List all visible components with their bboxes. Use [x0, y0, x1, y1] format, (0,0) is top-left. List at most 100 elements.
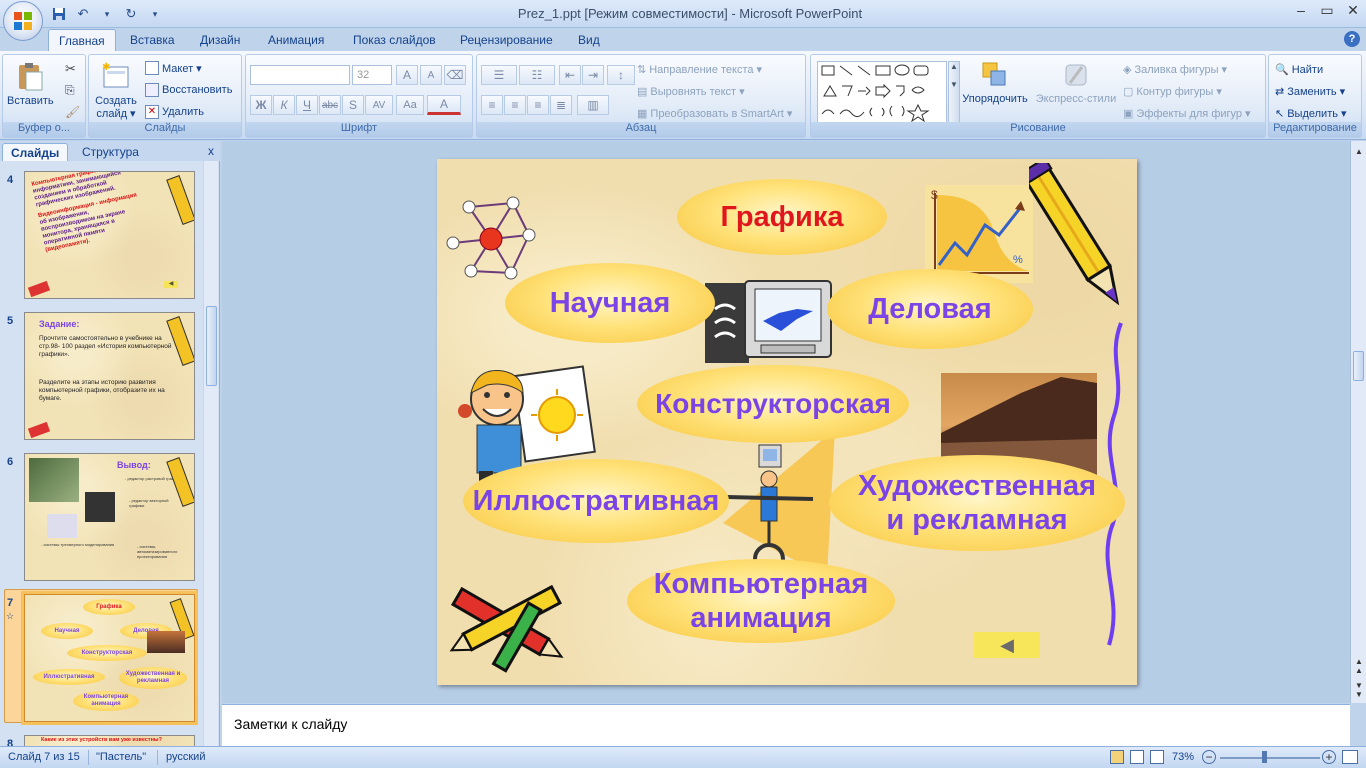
bold-button[interactable]: Ж — [250, 95, 272, 115]
notes-placeholder[interactable]: Заметки к слайду — [234, 716, 347, 732]
line-spacing-button[interactable]: ↕ — [607, 65, 635, 85]
oval-nauchnaya[interactable]: Научная — [505, 263, 715, 343]
align-right-button[interactable]: ≡ — [527, 95, 549, 115]
oval-animaciya[interactable]: Компьютерная анимация — [627, 559, 895, 643]
tab-view[interactable]: Вид — [568, 29, 610, 52]
quick-styles-button[interactable]: Экспресс-стили — [1033, 59, 1119, 106]
save-icon[interactable] — [50, 5, 68, 23]
align-center-button[interactable]: ≡ — [504, 95, 526, 115]
grow-font-button[interactable]: A — [396, 65, 418, 85]
underline-button[interactable]: Ч — [296, 95, 318, 115]
align-left-button[interactable]: ≡ — [481, 95, 503, 115]
oval-delovaya[interactable]: Деловая — [827, 269, 1033, 349]
align-text-button[interactable]: ▤ Выровнять текст ▾ — [637, 85, 745, 99]
shadow-button[interactable]: S — [342, 95, 364, 115]
increase-indent-button[interactable]: ⇥ — [582, 65, 604, 85]
slide-thumb-4[interactable]: Компьютерная графика - раздел информатик… — [24, 171, 195, 299]
tab-slideshow[interactable]: Показ слайдов — [343, 29, 446, 52]
font-size-field[interactable]: 32 — [352, 65, 392, 85]
scrollbar-thumb[interactable] — [1353, 351, 1364, 381]
close-panel-icon[interactable]: x — [208, 144, 214, 158]
spacing-label: AV — [372, 99, 386, 111]
prev-slide-icon[interactable]: ▲ ▲ — [1353, 657, 1365, 675]
normal-view-icon[interactable] — [1110, 750, 1124, 764]
change-case-button[interactable]: Aa — [396, 95, 424, 115]
minimize-button[interactable]: – — [1288, 0, 1314, 20]
next-slide-icon[interactable]: ▼ ▼ — [1353, 681, 1365, 699]
maximize-button[interactable]: ▭ — [1314, 0, 1340, 20]
reset-button[interactable]: Восстановить — [145, 83, 232, 97]
tab-slides[interactable]: Слайды — [2, 143, 69, 161]
select-button[interactable]: ↖ Выделить ▾ — [1275, 107, 1347, 121]
slide-thumb-5[interactable]: Задание: Прочтите самостоятельно в учебн… — [24, 312, 195, 440]
oval-hudozhestvennaya[interactable]: Художественная и рекламная — [829, 455, 1125, 551]
dropdown-icon[interactable]: ▾ — [98, 5, 116, 23]
clear-format-button[interactable]: ⌫ — [444, 65, 466, 85]
scrollbar-thumb[interactable] — [206, 306, 217, 386]
tab-home[interactable]: Главная — [48, 29, 116, 52]
oval-illyustrativnaya[interactable]: Иллюстративная — [463, 459, 729, 543]
fit-to-window-icon[interactable] — [1342, 750, 1358, 764]
format-painter-icon[interactable]: 🖌 — [65, 105, 80, 119]
panel-scrollbar[interactable] — [203, 161, 218, 747]
slide-sorter-icon[interactable] — [1130, 750, 1144, 764]
copy-icon[interactable]: ⎘ — [65, 83, 75, 98]
help-icon[interactable]: ? — [1344, 31, 1360, 47]
layout-button[interactable]: Макет ▾ — [145, 61, 202, 75]
italic-button[interactable]: К — [273, 95, 295, 115]
find-button[interactable]: 🔍 Найти — [1275, 63, 1323, 77]
oval-grafika[interactable]: Графика — [677, 179, 887, 255]
office-button[interactable] — [3, 1, 43, 41]
zoom-in-icon[interactable]: + — [1322, 750, 1336, 764]
slide-thumb-6[interactable]: Вывод: - редактор растровой графики - ре… — [24, 453, 195, 581]
slide-thumb-7[interactable]: Графика Научная Деловая Конструкторская … — [21, 591, 198, 725]
notes-pane[interactable]: Заметки к слайду — [222, 704, 1350, 746]
decrease-indent-button[interactable]: ⇤ — [559, 65, 581, 85]
spacing-button[interactable]: AV — [365, 95, 393, 115]
slideshow-icon[interactable] — [1150, 750, 1164, 764]
zoom-out-icon[interactable]: − — [1202, 750, 1216, 764]
bullets-button[interactable]: ☰ — [481, 65, 517, 85]
justify-button[interactable]: ≣ — [550, 95, 572, 115]
replace-button[interactable]: ⇄ Заменить ▾ — [1275, 85, 1345, 99]
close-button[interactable]: ✕ — [1340, 0, 1366, 20]
redo-icon[interactable]: ↻ — [122, 5, 140, 23]
font-color-button[interactable]: A — [427, 95, 461, 115]
shape-outline-button[interactable]: ▢ Контур фигуры ▾ — [1123, 85, 1222, 99]
shape-effects-button[interactable]: ▣ Эффекты для фигур ▾ — [1123, 107, 1251, 121]
cut-icon[interactable]: ✂ — [65, 61, 76, 77]
tab-design[interactable]: Дизайн — [190, 29, 250, 52]
columns-button[interactable]: ▥ — [577, 95, 609, 115]
shapes-gallery[interactable] — [817, 61, 947, 123]
undo-icon[interactable]: ↶ — [74, 5, 92, 23]
separator — [88, 750, 89, 765]
arrange-button[interactable]: Упорядочить — [957, 59, 1033, 106]
thumb-oval: Графика — [83, 599, 135, 615]
scroll-up-icon[interactable]: ▲ — [1353, 147, 1365, 159]
customize-qat-icon[interactable]: ▾ — [146, 5, 164, 23]
oval-konstruktorskaya[interactable]: Конструкторская — [637, 365, 909, 443]
language[interactable]: русский — [166, 751, 205, 763]
shape-fill-button[interactable]: ◈ Заливка фигуры ▾ — [1123, 63, 1227, 77]
back-button[interactable]: ◀ — [974, 632, 1040, 658]
tab-insert[interactable]: Вставка — [120, 29, 185, 52]
shrink-font-button[interactable]: A — [420, 65, 442, 85]
tab-review[interactable]: Рецензирование — [450, 29, 563, 52]
paste-button[interactable]: Вставить — [7, 61, 54, 108]
editor-scrollbar[interactable]: ▲ ▲ ▲ ▼ ▼ — [1350, 141, 1366, 703]
slide-canvas[interactable]: $ % Графика Научная Деловая Конструкторс… — [437, 159, 1137, 685]
font-name-field[interactable] — [250, 65, 350, 85]
tab-animation[interactable]: Анимация — [258, 29, 334, 52]
zoom-slider[interactable] — [1220, 757, 1320, 759]
delete-slide-button[interactable]: ✕ Удалить — [145, 105, 204, 119]
numbering-button[interactable]: ☷ — [519, 65, 555, 85]
justify-icon: ≣ — [555, 98, 567, 112]
strikethrough-button[interactable]: abc — [319, 95, 341, 115]
tab-outline[interactable]: Структура — [74, 143, 147, 161]
delete-label: Удалить — [162, 106, 204, 118]
text-direction-button[interactable]: ⇅ Направление текста ▾ — [637, 63, 762, 77]
zoom-slider-thumb[interactable] — [1262, 751, 1267, 763]
smartart-button[interactable]: ▦ Преобразовать в SmartArt ▾ — [637, 107, 792, 121]
new-slide-button[interactable]: ✱ Создать слайд ▾ — [91, 61, 141, 121]
zoom-level[interactable]: 73% — [1172, 751, 1194, 763]
